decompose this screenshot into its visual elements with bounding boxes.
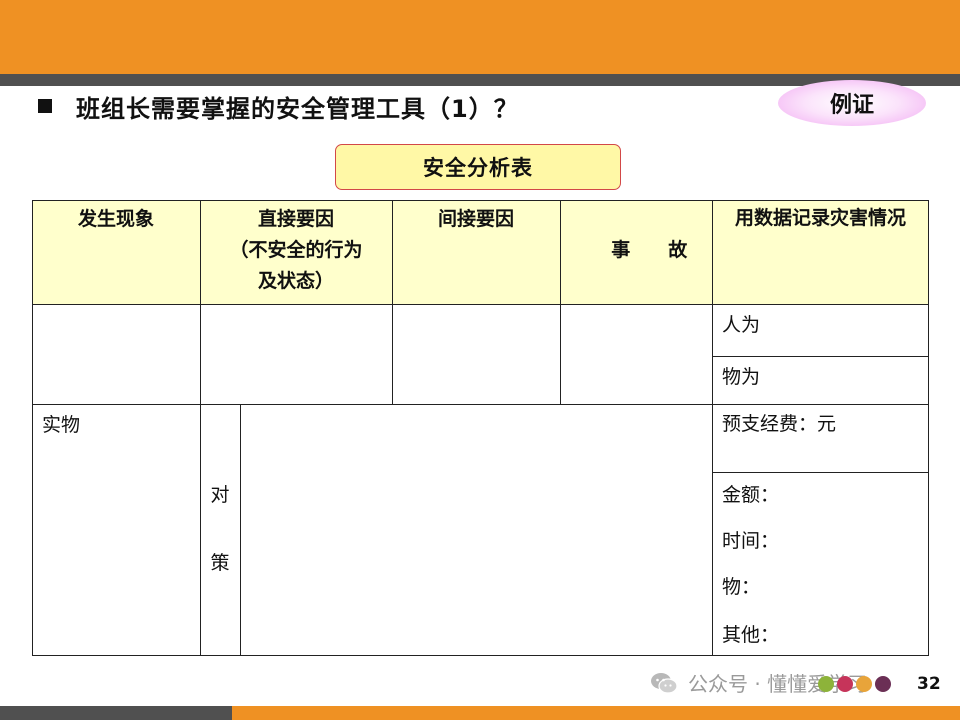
slide-title-row: 班组长需要掌握的安全管理工具（1）？ [38,90,519,123]
table-line [712,356,929,357]
table-title: 安全分析表 [335,144,621,190]
page-number: 32 [917,674,941,694]
bottom-bar-orange [232,706,960,720]
table-line [32,404,929,405]
table-line [240,404,241,656]
table-line [392,200,393,404]
example-badge: 例证 [778,80,926,126]
orange-dot-icon [856,676,872,692]
top-banner [0,0,960,74]
wechat-icon [651,672,678,694]
safety-analysis-table: 发生现象 直接要因 （不安全的行为 及状态） 间接要因 事 故 用数据记录灾害情… [32,200,929,656]
table-line [712,472,929,473]
table-line [200,200,201,656]
green-dot-icon [818,676,834,692]
table-border [32,200,929,656]
red-dot-icon [837,676,853,692]
purple-dot-icon [875,676,891,692]
table-line [712,200,713,656]
square-bullet-icon [38,99,52,113]
bottom-bar-gray [0,706,232,720]
table-line [32,304,929,305]
slide-title: 班组长需要掌握的安全管理工具（1）？ [76,94,519,123]
decorative-dots [818,676,894,692]
table-line [560,200,561,404]
